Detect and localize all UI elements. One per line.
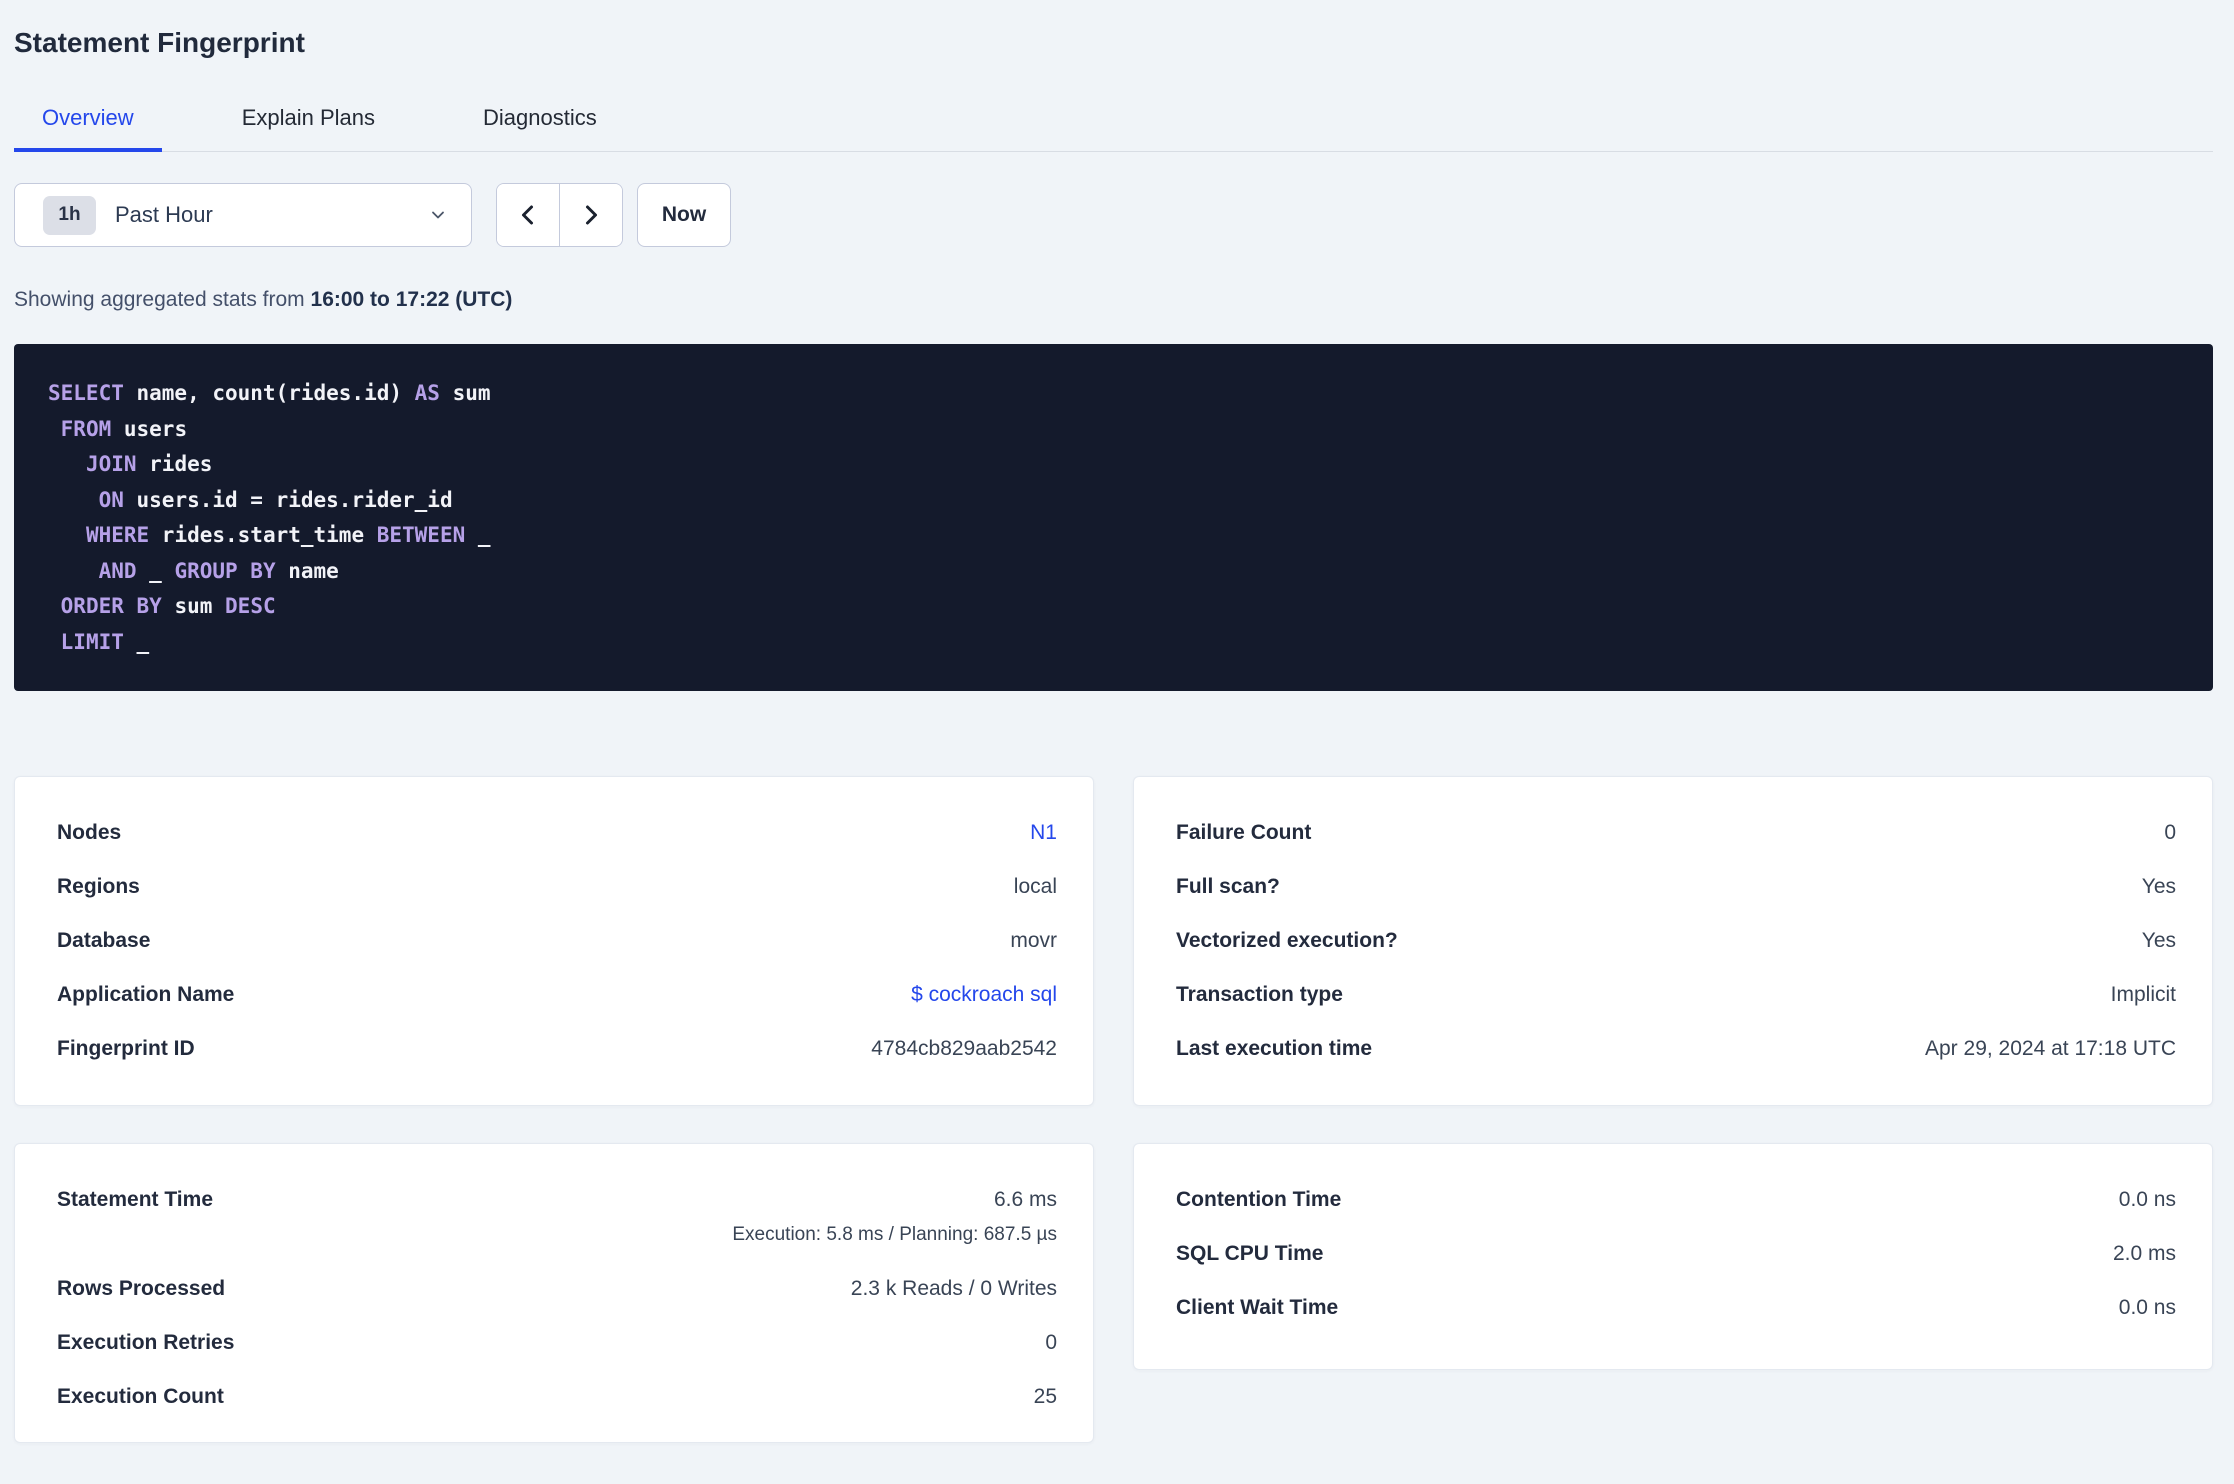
statement-time-label: Statement Time — [57, 1188, 213, 1211]
vectorized-execution-row: Vectorized execution? Yes — [1176, 929, 2176, 953]
execution-retries-label: Execution Retries — [57, 1331, 235, 1354]
sql-line: LIMIT _ — [60, 629, 150, 654]
statement-times-card: Statement Time 6.6 ms Execution: 5.8 ms … — [14, 1143, 1094, 1443]
statement-fingerprint-page: Statement Fingerprint Overview Explain P… — [0, 26, 2234, 1443]
rows-processed-value: 2.3 k Reads / 0 Writes — [850, 1277, 1057, 1300]
vectorized-execution-value: Yes — [2141, 929, 2176, 952]
aggregated-stats-range: 16:00 to 17:22 (UTC) — [310, 288, 513, 311]
sql-line: ON users.id = rides.rider_id — [98, 487, 453, 512]
sql-cpu-time-label: SQL CPU Time — [1176, 1242, 1324, 1265]
full-scan-row: Full scan? Yes — [1176, 875, 2176, 899]
statement-time-value: 6.6 ms — [993, 1188, 1057, 1211]
database-row: Database movr — [57, 929, 1057, 953]
last-execution-time-value: Apr 29, 2024 at 17:18 UTC — [1925, 1037, 2176, 1060]
failure-count-value: 0 — [2164, 821, 2176, 844]
aggregated-stats-prefix: Showing aggregated stats from — [14, 288, 311, 311]
contention-time-value: 0.0 ns — [2118, 1188, 2176, 1211]
sql-line: AND _ GROUP BY name — [98, 558, 339, 583]
execution-count-value: 25 — [1033, 1385, 1057, 1408]
database-value: movr — [1010, 929, 1057, 952]
contention-time-row: Contention Time 0.0 ns — [1176, 1188, 2176, 1212]
time-range-label: Past Hour — [115, 202, 213, 227]
statement-time-value-block: 6.6 ms Execution: 5.8 ms / Planning: 687… — [732, 1188, 1057, 1247]
regions-label: Regions — [57, 875, 140, 898]
sql-line: SELECT name, count(rides.id) AS sum — [48, 381, 491, 405]
resource-times-card: Contention Time 0.0 ns SQL CPU Time 2.0 … — [1133, 1143, 2213, 1370]
execution-retries-value: 0 — [1045, 1331, 1057, 1354]
time-range-select[interactable]: 1h Past Hour — [14, 183, 472, 247]
transaction-type-label: Transaction type — [1176, 983, 1343, 1006]
time-pager — [496, 183, 623, 247]
execution-retries-row: Execution Retries 0 — [57, 1331, 1057, 1355]
page-title: Statement Fingerprint — [14, 27, 305, 58]
next-time-button[interactable] — [560, 184, 622, 246]
execution-attributes-card: Failure Count 0 Full scan? Yes Vectorize… — [1133, 776, 2213, 1106]
execution-count-row: Execution Count 25 — [57, 1385, 1057, 1409]
statement-details-card: Nodes N1 Regions local Database movr App… — [14, 776, 1094, 1106]
sql-line: JOIN rides — [85, 452, 213, 476]
sql-line: WHERE rides.start_time BETWEEN _ — [85, 523, 491, 547]
prev-time-button[interactable] — [497, 184, 560, 246]
now-button[interactable]: Now — [637, 183, 731, 247]
sql-cpu-time-value: 2.0 ms — [2112, 1242, 2176, 1265]
rows-processed-row: Rows Processed 2.3 k Reads / 0 Writes — [57, 1277, 1057, 1301]
nodes-label: Nodes — [57, 821, 122, 844]
client-wait-time-label: Client Wait Time — [1176, 1296, 1339, 1319]
application-name-link[interactable]: $ cockroach sql — [911, 983, 1057, 1007]
tab-diagnostics[interactable]: Diagnostics — [455, 104, 625, 152]
chevron-left-icon — [517, 203, 539, 227]
rows-processed-label: Rows Processed — [57, 1277, 226, 1300]
client-wait-time-row: Client Wait Time 0.0 ns — [1176, 1296, 2176, 1320]
statement-time-row: Statement Time 6.6 ms Execution: 5.8 ms … — [57, 1188, 1057, 1247]
nodes-row: Nodes N1 — [57, 821, 1057, 845]
full-scan-label: Full scan? — [1176, 875, 1280, 898]
tab-overview[interactable]: Overview — [14, 104, 162, 152]
statement-time-breakdown: Execution: 5.8 ms / Planning: 687.5 µs — [732, 1224, 1057, 1245]
transaction-type-value: Implicit — [2110, 983, 2176, 1006]
contention-time-label: Contention Time — [1176, 1188, 1342, 1211]
time-range-badge: 1h — [43, 195, 96, 235]
sql-line: FROM users — [60, 416, 188, 441]
regions-value: local — [1013, 875, 1057, 898]
sql-cpu-time-row: SQL CPU Time 2.0 ms — [1176, 1242, 2176, 1266]
full-scan-value: Yes — [2141, 875, 2176, 898]
failure-count-row: Failure Count 0 — [1176, 821, 2176, 845]
time-toolbar: 1h Past Hour Now — [14, 183, 2213, 247]
tab-bar: Overview Explain Plans Diagnostics — [14, 104, 2213, 152]
last-execution-time-row: Last execution time Apr 29, 2024 at 17:1… — [1176, 1037, 2176, 1061]
application-name-label: Application Name — [57, 983, 235, 1006]
summary-cards: Nodes N1 Regions local Database movr App… — [14, 776, 2213, 1443]
database-label: Database — [57, 929, 151, 952]
aggregated-stats-line: Showing aggregated stats from 16:00 to 1… — [14, 288, 2213, 312]
last-execution-time-label: Last execution time — [1176, 1037, 1373, 1060]
failure-count-label: Failure Count — [1176, 821, 1312, 844]
execution-count-label: Execution Count — [57, 1385, 224, 1408]
client-wait-time-value: 0.0 ns — [2118, 1296, 2176, 1319]
chevron-right-icon — [580, 203, 602, 227]
fingerprint-id-value: 4784cb829aab2542 — [871, 1037, 1057, 1060]
sql-statement-box: SELECT name, count(rides.id) AS sum FROM… — [14, 344, 2213, 691]
chevron-down-icon — [429, 206, 447, 224]
regions-row: Regions local — [57, 875, 1057, 899]
tab-explain-plans[interactable]: Explain Plans — [214, 104, 403, 152]
vectorized-execution-label: Vectorized execution? — [1176, 929, 1398, 952]
application-name-row: Application Name $ cockroach sql — [57, 983, 1057, 1007]
fingerprint-id-label: Fingerprint ID — [57, 1037, 195, 1060]
fingerprint-id-row: Fingerprint ID 4784cb829aab2542 — [57, 1037, 1057, 1061]
nodes-link[interactable]: N1 — [1030, 821, 1057, 845]
transaction-type-row: Transaction type Implicit — [1176, 983, 2176, 1007]
sql-line: ORDER BY sum DESC — [60, 594, 276, 618]
